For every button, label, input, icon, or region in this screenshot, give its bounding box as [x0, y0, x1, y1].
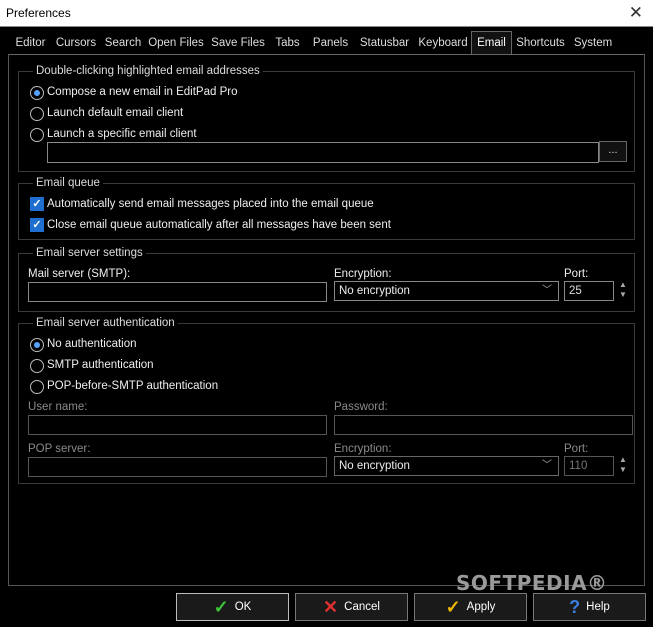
pop-encryption-value: No encryption: [339, 460, 410, 472]
tab-statusbar[interactable]: Statusbar: [357, 33, 412, 54]
username-input[interactable]: [28, 415, 327, 435]
question-icon: ?: [569, 596, 581, 617]
close-icon[interactable]: ✕: [629, 3, 643, 23]
ok-label: OK: [234, 601, 252, 613]
cancel-label: Cancel: [344, 601, 380, 613]
pop-server-label: POP server:: [28, 443, 91, 455]
title-bar: Preferences ✕: [0, 0, 653, 27]
mail-server-input[interactable]: [28, 282, 327, 302]
tab-keyboard[interactable]: Keyboard: [415, 33, 471, 54]
tab-tabs[interactable]: Tabs: [271, 33, 304, 54]
double-click-legend: Double-clicking highlighted email addres…: [33, 64, 263, 79]
username-label: User name:: [28, 401, 88, 413]
tab-cursors[interactable]: Cursors: [53, 33, 99, 54]
smtp-auth-radio[interactable]: [30, 359, 44, 373]
no-auth-radio[interactable]: [30, 338, 44, 352]
tab-email[interactable]: Email: [471, 31, 512, 54]
tab-shortcuts[interactable]: Shortcuts: [515, 33, 566, 54]
pop-port-label: Port:: [564, 443, 589, 455]
default-client-label[interactable]: Launch default email client: [47, 107, 183, 119]
tab-search[interactable]: Search: [103, 33, 143, 54]
help-label: Help: [586, 601, 610, 613]
auto-send-checkbox[interactable]: ✓: [30, 197, 44, 211]
help-button[interactable]: ? Help: [533, 593, 646, 621]
mail-server-label: Mail server (SMTP):: [28, 268, 131, 280]
apply-button[interactable]: ✓ Apply: [414, 593, 527, 621]
compose-email-radio[interactable]: [30, 86, 44, 100]
password-input[interactable]: [334, 415, 633, 435]
email-client-path-input[interactable]: [47, 142, 599, 163]
check-icon: ✓: [445, 596, 461, 617]
pop-port-spinner-icon[interactable]: ▲ ▼: [617, 455, 629, 477]
tab-editor[interactable]: Editor: [12, 33, 49, 54]
check-icon: ✓: [213, 596, 229, 617]
specific-client-radio[interactable]: [30, 128, 44, 142]
chevron-down-icon: ﹀: [542, 460, 552, 471]
encryption-label: Encryption:: [334, 268, 392, 280]
tab-panels[interactable]: Panels: [308, 33, 353, 54]
specific-client-label[interactable]: Launch a specific email client: [47, 128, 197, 140]
encryption-select[interactable]: No encryption ﹀: [334, 281, 559, 301]
ok-button[interactable]: ✓ OK: [176, 593, 289, 621]
window-title: Preferences: [6, 6, 71, 20]
email-queue-group: Email queue: [18, 176, 635, 240]
authentication-legend: Email server authentication: [33, 316, 178, 331]
port-label: Port:: [564, 268, 589, 280]
no-auth-label[interactable]: No authentication: [47, 338, 137, 350]
tab-save-files[interactable]: Save Files: [209, 33, 267, 54]
softpedia-watermark: SOFTPEDIA®: [456, 571, 608, 595]
tab-open-files[interactable]: Open Files: [147, 33, 205, 54]
chevron-down-icon: ﹀: [542, 285, 552, 296]
pop-encryption-label: Encryption:: [334, 443, 392, 455]
encryption-value: No encryption: [339, 285, 410, 297]
apply-label: Apply: [466, 601, 496, 613]
auto-close-checkbox[interactable]: ✓: [30, 218, 44, 232]
pop-server-input[interactable]: [28, 457, 327, 477]
compose-email-label[interactable]: Compose a new email in EditPad Pro: [47, 86, 238, 98]
pop-encryption-select[interactable]: No encryption ﹀: [334, 456, 559, 476]
auto-send-label[interactable]: Automatically send email messages placed…: [47, 198, 374, 210]
x-icon: ✕: [323, 596, 339, 617]
port-input[interactable]: 25: [564, 281, 614, 301]
browse-button[interactable]: ...: [599, 141, 627, 162]
password-label: Password:: [334, 401, 388, 413]
pop-before-smtp-radio[interactable]: [30, 380, 44, 394]
smtp-auth-label[interactable]: SMTP authentication: [47, 359, 154, 371]
default-client-radio[interactable]: [30, 107, 44, 121]
pop-port-input[interactable]: 110: [564, 456, 614, 476]
pop-before-smtp-label[interactable]: POP-before-SMTP authentication: [47, 380, 218, 392]
server-settings-legend: Email server settings: [33, 246, 146, 261]
auto-close-label[interactable]: Close email queue automatically after al…: [47, 219, 391, 231]
tab-system[interactable]: System: [571, 33, 615, 54]
cancel-button[interactable]: ✕ Cancel: [295, 593, 408, 621]
email-queue-legend: Email queue: [33, 176, 103, 191]
port-spinner-icon[interactable]: ▲ ▼: [617, 280, 629, 302]
